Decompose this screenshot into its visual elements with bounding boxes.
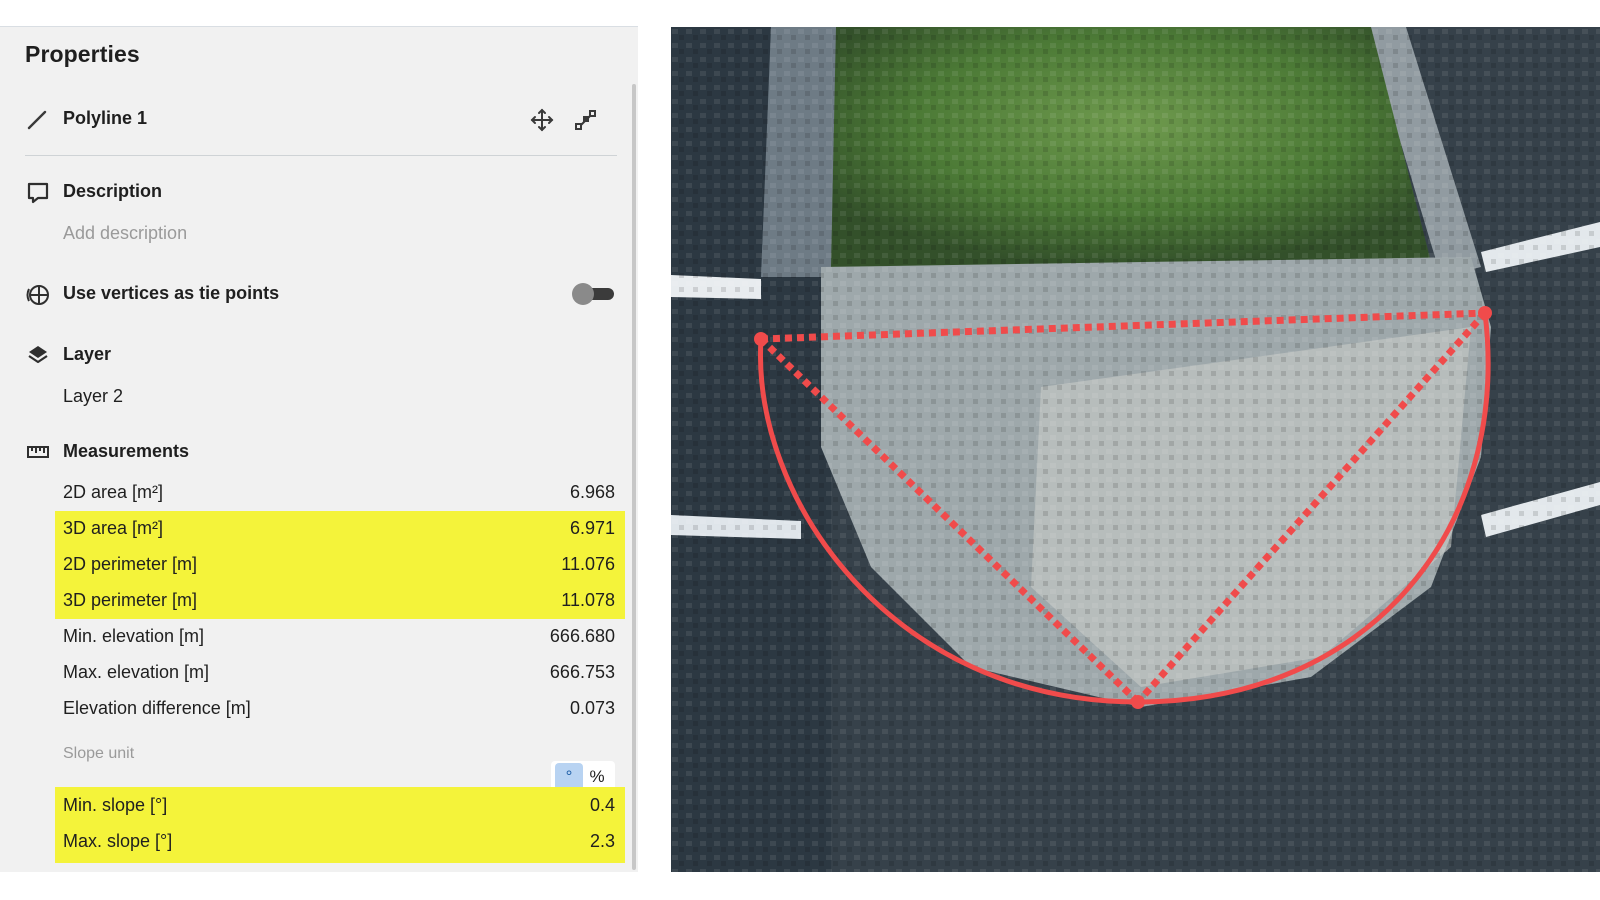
measurement-row-2d-perimeter: 2D perimeter [m] 11.076 xyxy=(55,547,625,583)
measurement-value: 6.971 xyxy=(569,518,615,538)
object-name: Polyline 1 xyxy=(63,108,148,128)
pixel-texture xyxy=(671,27,1600,872)
description-heading: Description xyxy=(63,181,163,201)
measurement-value: 0.073 xyxy=(569,698,615,718)
measurement-label: 3D area [m²] xyxy=(63,518,164,538)
tie-points-toggle[interactable] xyxy=(572,282,616,306)
measurement-label: Min. slope [°] xyxy=(63,795,168,815)
measurement-label: Min. elevation [m] xyxy=(63,626,205,646)
map-canvas[interactable] xyxy=(671,27,1600,872)
measurement-value: 0.4 xyxy=(589,795,615,815)
slope-unit-label: Slope unit xyxy=(63,745,135,762)
description-input[interactable]: Add description xyxy=(63,223,187,244)
move-icon[interactable] xyxy=(529,107,555,133)
measurement-row-3d-area: 3D area [m²] 6.971 xyxy=(55,511,625,547)
layer-value[interactable]: Layer 2 xyxy=(63,386,123,407)
measurement-label: Elevation difference [m] xyxy=(63,698,251,718)
panel-scrollbar[interactable] xyxy=(632,84,636,870)
panel-title: Properties xyxy=(25,41,140,67)
measurement-row-max-slope: Max. slope [°] 2.3 xyxy=(55,825,625,863)
measurement-label: 2D area [m²] xyxy=(63,482,164,502)
measurement-row-min-elevation: Min. elevation [m] 666.680 xyxy=(55,619,625,655)
tie-points-label: Use vertices as tie points xyxy=(63,283,280,303)
polyline-vertex[interactable] xyxy=(1131,695,1145,709)
measurement-value: 11.076 xyxy=(561,554,615,574)
comment-icon xyxy=(26,181,50,205)
measurement-value: 666.753 xyxy=(549,662,615,682)
measurement-row-2d-area: 2D area [m²] 6.968 xyxy=(55,475,625,511)
measurements-heading: Measurements xyxy=(63,441,190,461)
polyline-vertex[interactable] xyxy=(1478,306,1492,320)
layer-heading: Layer xyxy=(63,344,112,364)
measurement-value: 6.968 xyxy=(569,482,615,502)
measurement-value: 2.3 xyxy=(589,831,615,851)
measurement-label: 2D perimeter [m] xyxy=(63,554,198,574)
measurement-row-elevation-difference: Elevation difference [m] 0.073 xyxy=(55,691,625,727)
edit-vertices-icon[interactable] xyxy=(573,107,599,133)
toggle-knob xyxy=(572,283,594,305)
polyline-vertex[interactable] xyxy=(754,332,768,346)
tie-point-icon xyxy=(25,283,51,307)
measurement-row-3d-perimeter: 3D perimeter [m] 11.078 xyxy=(55,583,625,619)
layers-icon xyxy=(26,343,50,367)
measurement-label: 3D perimeter [m] xyxy=(63,590,198,610)
measurement-row-min-slope: Min. slope [°] 0.4 xyxy=(55,787,625,825)
ruler-icon xyxy=(26,442,50,462)
measurement-value: 666.680 xyxy=(549,626,615,646)
properties-panel: Properties Polyline 1 Description Add de… xyxy=(0,26,638,872)
map-viewport[interactable] xyxy=(671,27,1600,872)
measurement-label: Max. slope [°] xyxy=(63,831,173,851)
header-divider xyxy=(25,155,617,156)
measurement-value: 11.078 xyxy=(561,590,615,610)
measurement-row-max-elevation: Max. elevation [m] 666.753 xyxy=(55,655,625,691)
polyline-icon xyxy=(26,109,48,131)
measurement-label: Max. elevation [m] xyxy=(63,662,210,682)
